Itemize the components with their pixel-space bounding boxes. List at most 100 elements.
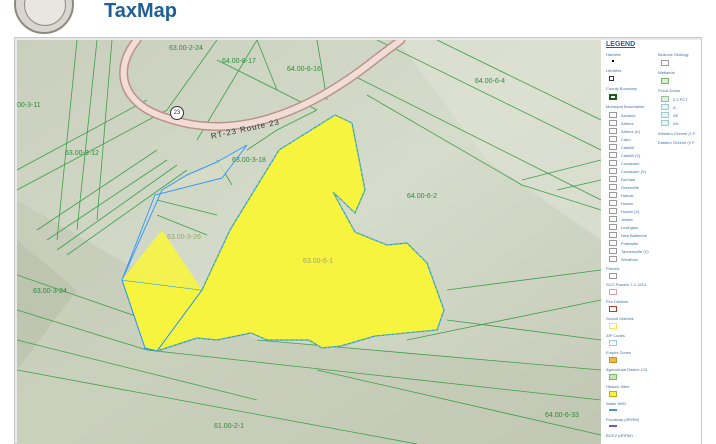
legend-item-label: ZIP Codes [606, 333, 625, 338]
flood-zone-swatch [661, 112, 669, 118]
legend-item-label: Fire Districts [606, 299, 629, 304]
legend-item-label: Catskill (V) [621, 153, 641, 158]
legend-item-label: Wetlands [658, 70, 675, 75]
legend-swatch [609, 144, 617, 150]
legend-item-label: Bedrock Geology [658, 52, 689, 57]
legend-item-label: Halcott [621, 193, 634, 198]
legend-item-label: Durham [621, 177, 636, 182]
legend-swatch [609, 176, 617, 182]
historic-sites-swatch [609, 391, 617, 397]
legend-item-label: Tannersville (V) [621, 249, 649, 254]
legend-swatch [609, 152, 617, 158]
parcel-label[interactable]: 63.00-3-24 [33, 288, 67, 295]
seal-inner-ring [24, 0, 66, 26]
legend-swatch [609, 240, 617, 246]
agricultural-district-swatch [609, 374, 617, 380]
legend-panel: LEGEND Hamlets Libraries County Boundary… [601, 40, 701, 444]
parcel-label[interactable]: 63.00-3-26 [167, 234, 201, 241]
legend-item-label: 0.2 PCT [673, 97, 688, 102]
flood-zone-swatch [661, 120, 669, 126]
legend-item-label: County Boundary [606, 86, 637, 91]
parcel-label[interactable]: 64.00-6-2 [407, 193, 437, 200]
library-icon [609, 76, 614, 81]
legend-item-label: Ashland [621, 113, 636, 118]
legend-item-label: Hunter (V) [621, 209, 640, 214]
parcel-label[interactable]: 64.00-6-4 [475, 78, 505, 85]
legend-swatch [609, 232, 617, 238]
flood-zone-swatch [661, 96, 669, 102]
legend-swatch [609, 184, 617, 190]
map-canvas[interactable] [17, 40, 601, 444]
parcel-label[interactable]: 63.00-3-12 [65, 150, 99, 157]
legend-item-label: Athens [621, 121, 634, 126]
legend-swatch [609, 256, 617, 262]
legend-item-label: Greenville [621, 185, 640, 190]
legend-swatch [609, 192, 617, 198]
legend-item-label: Windham [621, 257, 638, 262]
legend-item-label: Water NHD [606, 401, 627, 406]
legend-swatch [609, 168, 617, 174]
legend-item-label: Coxsackie [621, 161, 640, 166]
parcel-label[interactable]: 64.00-8-17 [222, 58, 256, 65]
parcel-label[interactable]: 64.00-6-33 [545, 412, 579, 419]
legend-item-label: Historic Sites [606, 384, 630, 389]
header: TaxMap [0, 0, 716, 34]
legend-item-label: Libraries [606, 68, 622, 73]
legend-item-label: SCO Parcels 7-1-2014 [606, 282, 647, 287]
legend-item-label: Parcels [606, 266, 620, 271]
empire-zones-swatch [609, 357, 617, 363]
legend-swatch [609, 200, 617, 206]
parcel-label-selected[interactable]: 63.00-6-1 [303, 258, 333, 265]
legend-swatch [609, 208, 617, 214]
legend-item-label: Catskill [621, 145, 634, 150]
legend-item-label: Lexington [621, 225, 639, 230]
legend-title: LEGEND [606, 41, 636, 48]
water-nhd-swatch [609, 409, 617, 411]
legend-swatch [609, 224, 617, 230]
tax-map-viewer[interactable]: 63.00-2-24 64.00-8-17 64.00-6-16 64.00-6… [17, 40, 601, 444]
legend-item-label: Jewett [621, 217, 633, 222]
legend-swatch [609, 160, 617, 166]
legend-swatch [609, 248, 617, 254]
school-districts-swatch [609, 323, 617, 329]
legend-swatch [609, 216, 617, 222]
parcel-label[interactable]: 63.00-2-24 [169, 45, 203, 52]
hamlet-dot-icon [612, 60, 614, 62]
legend-item-label: BCEV (dFIRM) [606, 433, 633, 438]
legend-item-label: Prattsville [621, 241, 639, 246]
legend-item-label: AH [673, 121, 679, 126]
route-shield-icon: 23 [170, 106, 184, 120]
legend-item-label: Agricultural District 124 [606, 367, 648, 372]
legend-item-label: Hamlets [606, 52, 621, 57]
legend-item-label: Western Greene (1 F [658, 131, 696, 136]
parcels-swatch [609, 273, 617, 279]
bedrock-geology-swatch [661, 60, 669, 66]
flood-zone-swatch [661, 104, 669, 110]
county-boundary-swatch [609, 94, 617, 100]
fire-districts-swatch [609, 306, 617, 312]
legend-item-label: Floodway (dFIRM) [606, 417, 639, 422]
legend-item-label: Hunter [621, 201, 634, 206]
legend-item-label: AE [673, 113, 679, 118]
legend-item-label: Flood Zones [658, 88, 681, 93]
legend-item-label: Athens (V) [621, 129, 640, 134]
legend-item-label: School Districts [606, 316, 634, 321]
page-title: TaxMap [104, 0, 177, 22]
parcel-label[interactable]: 00-3-11 [17, 102, 41, 109]
parcel-label[interactable]: 63.00-3-18 [232, 157, 266, 164]
county-seal-logo [14, 0, 74, 34]
sco-parcels-swatch [609, 289, 617, 295]
legend-swatch [609, 120, 617, 126]
wetlands-swatch [661, 78, 669, 84]
legend-item-label: Cairo [621, 137, 631, 142]
parcel-label[interactable]: 61.00-2-1 [214, 423, 244, 430]
legend-item-label: Coxsackie (V) [621, 169, 646, 174]
zip-codes-swatch [609, 340, 617, 346]
legend-item-label: Eastern Greene (2 F [658, 140, 695, 145]
legend-item-label: Municipal Boundaries [606, 104, 645, 109]
legend-item-label: Empire Zones [606, 350, 631, 355]
parcel-label[interactable]: 64.00-6-16 [287, 66, 321, 73]
legend-item-label: New Baltimore [621, 233, 648, 238]
legend-swatch [609, 112, 617, 118]
legend-swatch [609, 136, 617, 142]
